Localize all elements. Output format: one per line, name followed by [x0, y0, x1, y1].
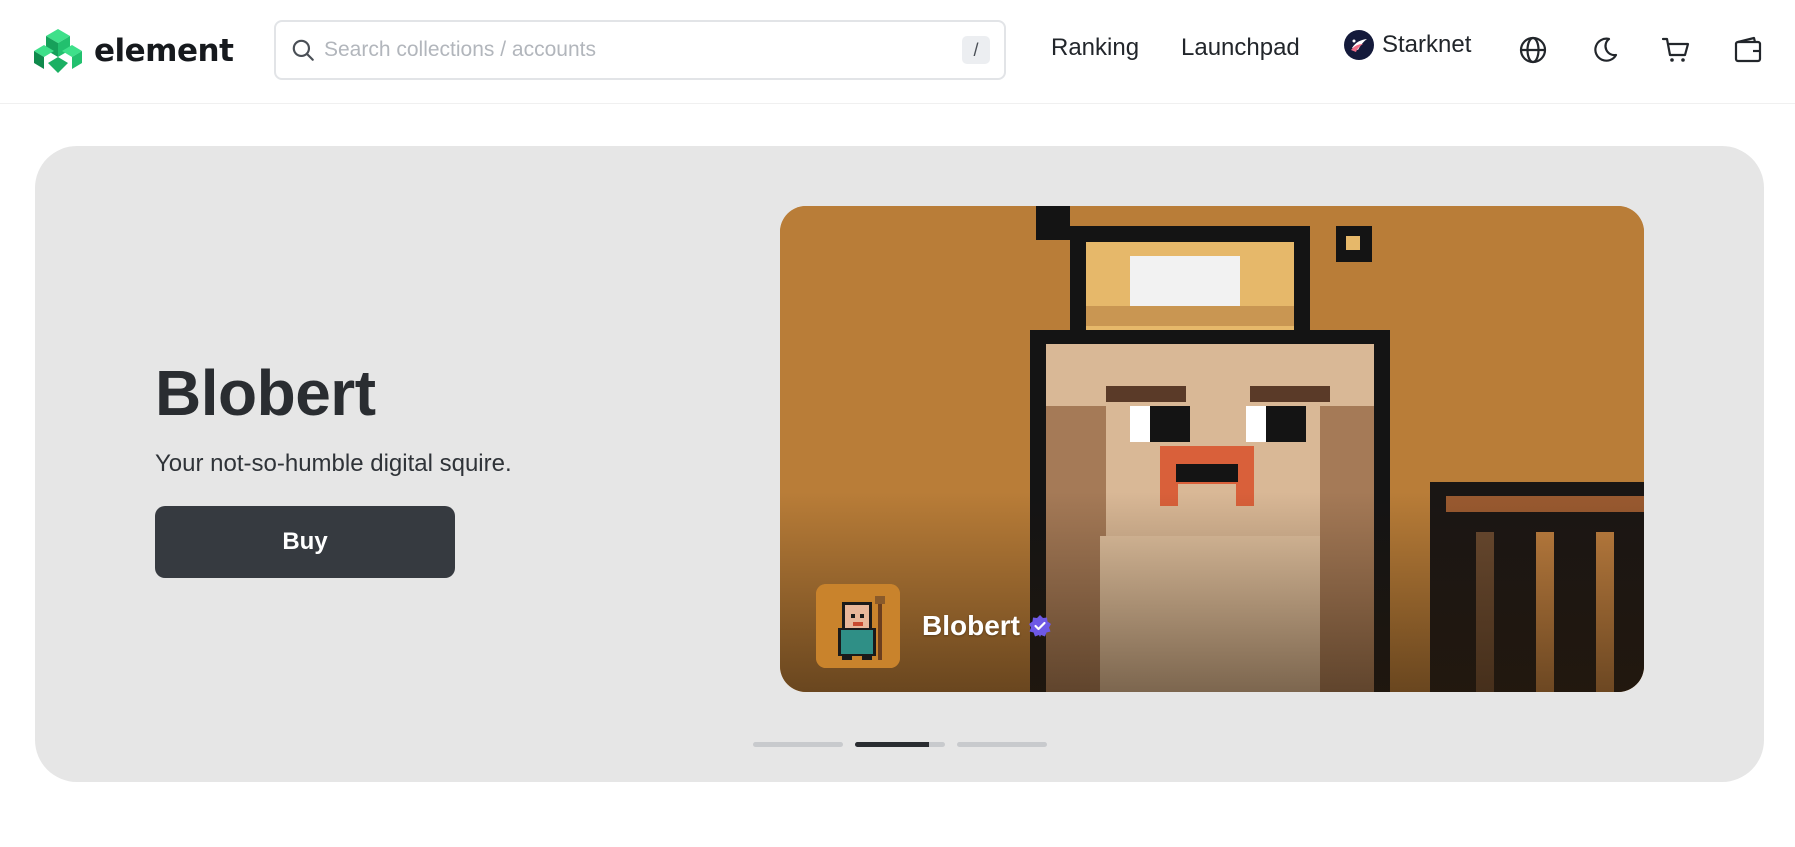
logo[interactable]: element — [34, 27, 234, 75]
slide-progress — [855, 742, 929, 747]
hero-title: Blobert — [155, 357, 376, 429]
collection-name-text: Blobert — [922, 610, 1020, 641]
search-shortcut-key: / — [962, 36, 990, 64]
element-logo-icon — [34, 29, 82, 73]
moon-icon[interactable] — [1589, 34, 1621, 66]
collection-name: Blobert — [922, 610, 1052, 642]
carousel-slide-2[interactable] — [855, 742, 945, 747]
logo-text: element — [94, 33, 234, 69]
network-selector[interactable]: Starknet — [1344, 30, 1471, 60]
hero-subtitle: Your not-so-humble digital squire. — [155, 450, 512, 477]
featured-collection-card[interactable]: Blobert — [780, 206, 1644, 692]
search-icon — [292, 39, 314, 61]
artwork-shade — [780, 492, 1644, 692]
top-header: element / Ranking Launchpad Starknet — [0, 0, 1795, 104]
globe-icon[interactable] — [1517, 34, 1549, 66]
carousel-slide-1[interactable] — [753, 742, 843, 747]
search-box[interactable]: / — [274, 20, 1006, 80]
buy-button[interactable]: Buy — [155, 506, 455, 578]
carousel-slide-3[interactable] — [957, 742, 1047, 747]
nav-ranking[interactable]: Ranking — [1051, 34, 1139, 62]
hero-banner: Blobert Your not-so-humble digital squir… — [35, 146, 1764, 782]
verified-badge-icon — [1029, 615, 1051, 637]
nav-launchpad[interactable]: Launchpad — [1181, 34, 1300, 62]
collection-avatar — [816, 584, 900, 668]
network-label: Starknet — [1382, 31, 1472, 58]
wallet-icon[interactable] — [1732, 34, 1764, 66]
search-input[interactable] — [324, 38, 962, 62]
starknet-icon — [1344, 30, 1374, 60]
cart-icon[interactable] — [1660, 34, 1692, 66]
carousel-pager — [753, 742, 1047, 747]
